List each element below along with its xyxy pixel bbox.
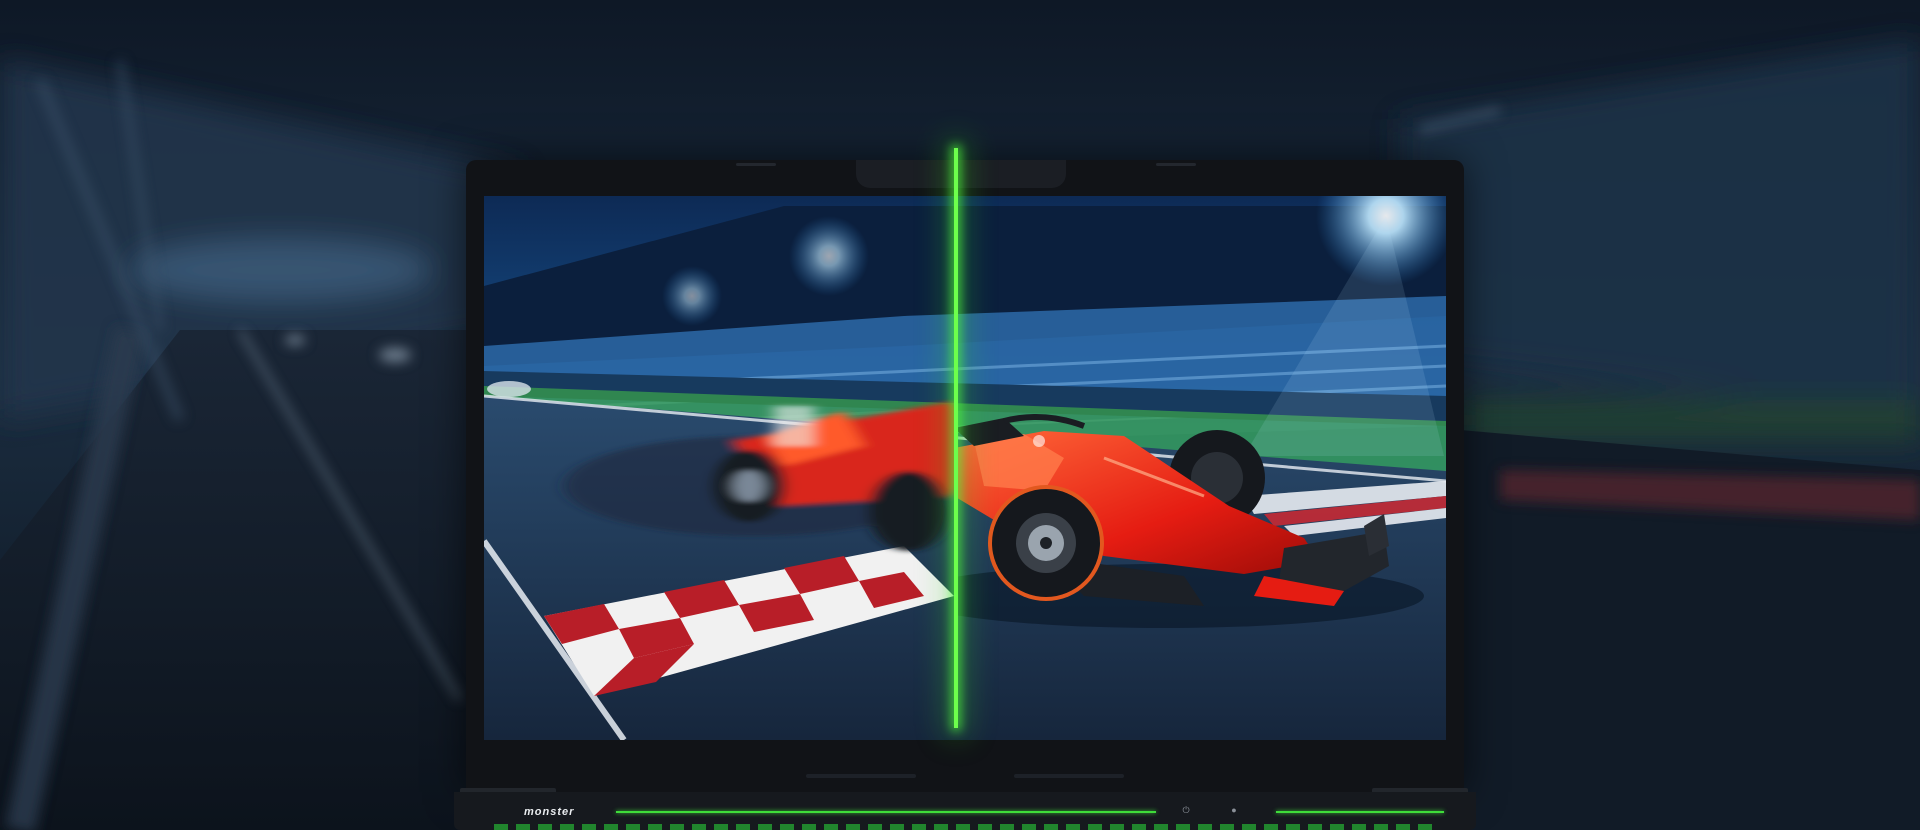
laptop-screen [484, 196, 1446, 740]
lid-slot-left [736, 163, 776, 166]
webcam-notch [856, 160, 1066, 188]
comparison-divider [954, 148, 958, 728]
accent-stripe-right [1276, 811, 1444, 813]
laptop-deck: monster ⏻ ● [454, 792, 1476, 830]
power-indicator-icon: ⏻ [1182, 805, 1190, 815]
status-indicator-icon: ● [1231, 805, 1237, 815]
brand-logo: monster [524, 806, 575, 818]
lid-slot-right [1156, 163, 1196, 166]
chin-vent-left [806, 774, 916, 778]
accent-stripe-left [616, 811, 1156, 813]
hero-scene: monster ⏻ ● [0, 0, 1920, 830]
rgb-keyboard-glow [494, 824, 1434, 830]
laptop: monster ⏻ ● [454, 160, 1476, 830]
chin-vent-right [1014, 774, 1124, 778]
laptop-lid [466, 160, 1464, 792]
